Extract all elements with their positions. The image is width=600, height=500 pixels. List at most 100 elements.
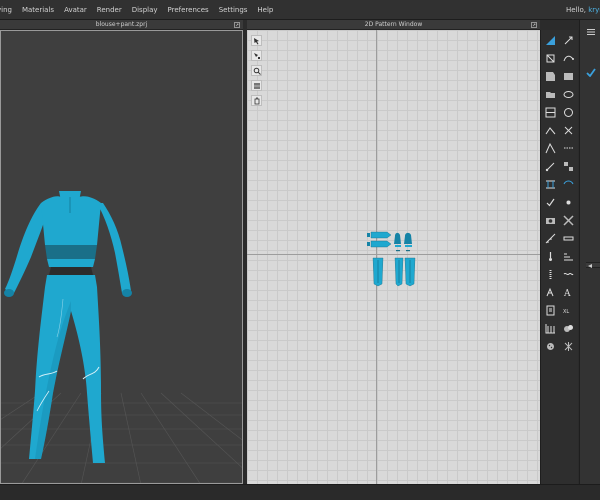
- line-sewing-icon-glyph: [545, 180, 555, 188]
- arrange-icon[interactable]: [561, 160, 575, 172]
- fold-icon-glyph: [545, 142, 555, 153]
- size-icon[interactable]: XL: [561, 304, 575, 316]
- elastic-icon-glyph: [563, 272, 573, 275]
- tack-icon-glyph: [566, 200, 570, 204]
- mode-icon-glyph: [545, 35, 555, 45]
- mode-icon[interactable]: [543, 34, 557, 46]
- cut-icon-glyph: [564, 126, 572, 134]
- zoom-icon[interactable]: [251, 65, 262, 76]
- edit-point-icon[interactable]: [251, 50, 262, 61]
- menu-help[interactable]: Help: [257, 0, 273, 20]
- svg-text:A: A: [563, 289, 571, 298]
- grading-icon[interactable]: [561, 250, 575, 262]
- zipper-icon[interactable]: [543, 268, 557, 280]
- polygon-icon-glyph: [545, 71, 555, 81]
- expand-icon[interactable]: [531, 22, 537, 28]
- menu-display[interactable]: Display: [132, 0, 158, 20]
- transform-pattern-icon[interactable]: [251, 35, 262, 46]
- pin-tool-icon[interactable]: [543, 250, 557, 262]
- user-greeting[interactable]: Hello, krymb: [566, 0, 600, 20]
- grid-icon[interactable]: [543, 322, 557, 334]
- puckering-icon-glyph: [563, 324, 573, 332]
- internal-line-icon[interactable]: [543, 106, 557, 118]
- trim-icon[interactable]: [543, 160, 557, 172]
- edit-curve-icon-glyph: [563, 55, 574, 61]
- garment-figure[interactable]: [4, 191, 132, 463]
- text-icon-glyph: A: [563, 289, 571, 298]
- greeting-text: Hello,: [566, 6, 586, 14]
- pin-icon[interactable]: [251, 95, 262, 106]
- sewing-icon[interactable]: [251, 80, 262, 91]
- pattern-window-2d[interactable]: [247, 30, 540, 484]
- tack-icon[interactable]: [561, 196, 575, 208]
- measure-icon-glyph: [545, 233, 555, 243]
- size-icon-glyph: XL: [563, 309, 569, 315]
- trim-icon-glyph: [545, 162, 554, 171]
- menu-preferences[interactable]: Preferences: [168, 0, 209, 20]
- grading-icon-glyph: [563, 253, 573, 260]
- right-toolbar: A XL: [540, 30, 578, 484]
- free-sewing-icon-glyph: [563, 180, 573, 184]
- layout-icon-glyph: [564, 36, 572, 44]
- scene-3d: [1, 191, 242, 483]
- button-icon-glyph: [546, 342, 554, 350]
- user-name: krymb: [588, 6, 600, 14]
- texture-icon-glyph: [564, 341, 572, 351]
- segment-icon[interactable]: [543, 124, 557, 136]
- puckering-icon[interactable]: [561, 322, 575, 334]
- text-icon[interactable]: A: [561, 286, 575, 298]
- transform-icon[interactable]: [543, 52, 557, 64]
- free-sewing-icon[interactable]: [561, 178, 575, 190]
- menu-sewing[interactable]: ving: [0, 0, 12, 20]
- seam-icon-glyph: [563, 147, 573, 148]
- menu-bar: ving Materials Avatar Render Display Pre…: [0, 0, 600, 20]
- toolbar-grid: A XL: [541, 30, 578, 356]
- menu-avatar[interactable]: Avatar: [64, 0, 87, 20]
- pin-tool-icon-glyph: [548, 251, 552, 261]
- viewport-3d[interactable]: [0, 30, 243, 484]
- check-icon[interactable]: [586, 68, 596, 77]
- grid-icon-glyph: [545, 323, 555, 333]
- note-icon-glyph: [546, 305, 554, 315]
- fabric-icon-glyph: [562, 214, 574, 226]
- polygon-icon[interactable]: [543, 70, 557, 82]
- measure-icon[interactable]: [543, 232, 557, 244]
- circle-icon[interactable]: [561, 106, 575, 118]
- fold-icon[interactable]: [543, 142, 557, 154]
- menu-render[interactable]: Render: [97, 0, 122, 20]
- ruler-icon-glyph: [563, 236, 573, 240]
- sewing-check-icon[interactable]: [543, 196, 557, 208]
- annotation-icon[interactable]: [543, 286, 557, 298]
- edit-curve-icon[interactable]: [561, 52, 575, 64]
- expand-icon[interactable]: [234, 22, 240, 28]
- segment-icon-glyph: [545, 126, 555, 134]
- note-icon[interactable]: [543, 304, 557, 316]
- elastic-icon[interactable]: [561, 268, 575, 280]
- camera-icon[interactable]: [543, 214, 557, 226]
- menu-materials[interactable]: Materials: [22, 0, 54, 20]
- circle-icon-glyph: [563, 107, 573, 117]
- viewport3d-header: blouse+pant.zprj: [0, 20, 243, 30]
- fabric-icon[interactable]: [561, 214, 575, 226]
- seam-icon[interactable]: [561, 142, 575, 154]
- layout-icon[interactable]: [561, 34, 575, 46]
- arrow-left-icon: [588, 264, 592, 268]
- ellipse-icon-glyph: [563, 90, 573, 98]
- cut-icon[interactable]: [561, 124, 575, 136]
- line-sewing-icon[interactable]: [543, 178, 557, 190]
- rectangle-icon[interactable]: [561, 70, 575, 82]
- pattern-pieces[interactable]: [365, 228, 425, 288]
- bottom-bar: [0, 484, 600, 500]
- pattern-window-header: 2D Pattern Window: [247, 20, 540, 30]
- collapse-handle[interactable]: [586, 262, 600, 268]
- folder-icon-glyph: [545, 91, 555, 98]
- button-icon[interactable]: [543, 340, 557, 352]
- ruler-icon[interactable]: [561, 232, 575, 244]
- menu-settings[interactable]: Settings: [219, 0, 248, 20]
- texture-icon[interactable]: [561, 340, 575, 352]
- sewing-check-icon-glyph: [546, 198, 554, 206]
- folder-icon[interactable]: [543, 88, 557, 100]
- viewport3d-title: blouse+pant.zprj: [95, 21, 148, 28]
- hamburger-icon[interactable]: [587, 29, 595, 35]
- ellipse-icon[interactable]: [561, 88, 575, 100]
